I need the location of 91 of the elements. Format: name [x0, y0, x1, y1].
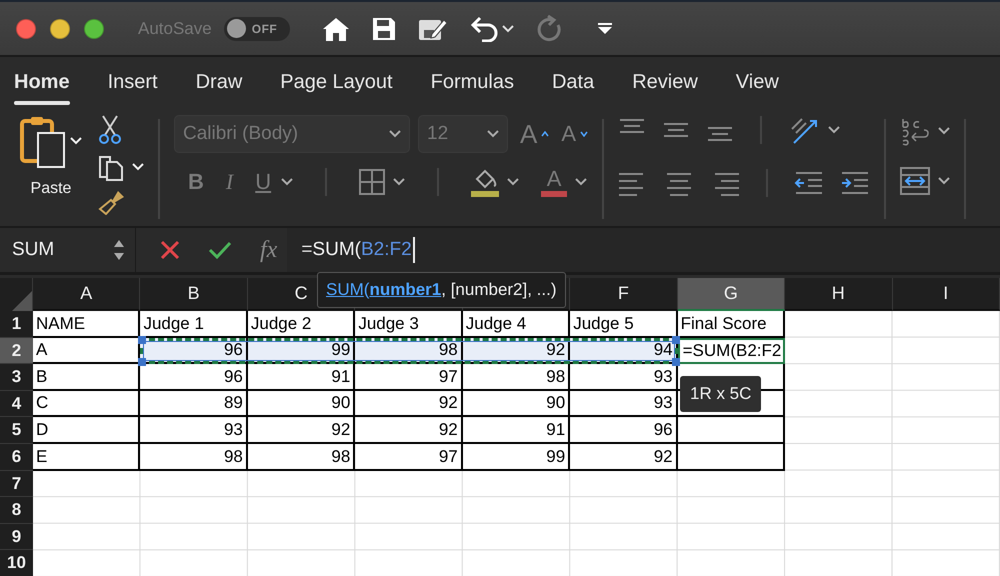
table-cell: 92 — [570, 444, 678, 471]
argument-link[interactable]: number1 — [369, 280, 442, 299]
caret-icon[interactable] — [575, 178, 588, 186]
merge-cells-icon[interactable] — [900, 167, 930, 195]
table-cell: 98 — [248, 444, 356, 471]
table-cell: 99 — [462, 444, 570, 471]
table-cell: B — [33, 364, 140, 391]
table-cell: 97 — [355, 444, 463, 471]
table-cell: D — [33, 417, 140, 444]
table-cell: C — [33, 390, 140, 418]
table-cell: E — [33, 444, 140, 471]
table-cell: Final Score — [678, 311, 786, 338]
row-header[interactable]: 1 — [0, 311, 33, 338]
table-cell: 91 — [462, 417, 570, 444]
column-header[interactable]: A — [33, 278, 140, 311]
selection-size-tooltip: 1R x 5C — [680, 376, 762, 412]
fill-color-icon[interactable] — [471, 167, 500, 197]
table-cell: 90 — [462, 390, 570, 418]
table-cell: 97 — [355, 364, 463, 391]
redo-icon[interactable] — [536, 14, 562, 42]
row-header[interactable]: 5 — [0, 417, 33, 444]
row-header[interactable]: 3 — [0, 364, 33, 391]
table-cell: 92 — [248, 417, 356, 444]
caret-icon[interactable] — [389, 130, 401, 138]
close-button[interactable] — [16, 18, 36, 38]
table-cell: 92 — [355, 417, 463, 444]
argument-hint: , [number2], ...) — [441, 280, 557, 299]
table-cell: NAME — [33, 311, 140, 338]
column-header[interactable]: G — [678, 278, 786, 311]
name-box[interactable]: SUM — [0, 228, 136, 272]
autosave-toggle[interactable]: OFF — [224, 16, 290, 40]
down-caret-icon[interactable] — [580, 131, 588, 137]
copy-icon[interactable] — [98, 153, 124, 181]
brush-icon[interactable] — [98, 189, 126, 215]
row-header[interactable]: 9 — [0, 524, 33, 550]
caret-icon[interactable] — [393, 178, 406, 186]
table-cell: 90 — [248, 390, 356, 418]
ribbon-tab[interactable]: View — [736, 61, 779, 105]
table-cell: 98 — [140, 444, 248, 471]
undo-icon[interactable] — [470, 16, 498, 42]
caret-icon[interactable] — [487, 130, 499, 138]
save-icon[interactable] — [372, 16, 396, 40]
caret-icon[interactable] — [938, 177, 950, 185]
caret-icon[interactable] — [507, 178, 520, 186]
ribbon-tab[interactable]: Review — [632, 61, 698, 105]
cancel-icon[interactable] — [160, 240, 180, 260]
formula-field[interactable]: =SUM(B2:F2 — [287, 228, 1000, 272]
ribbon-tab[interactable]: Data — [552, 61, 594, 105]
row-header[interactable]: 7 — [0, 470, 33, 498]
insert-function-button[interactable]: fx — [260, 232, 278, 268]
table-cell: 93 — [570, 390, 678, 418]
paste-icon[interactable] — [20, 115, 66, 169]
increase-indent-icon[interactable] — [840, 170, 870, 196]
customize-toolbar-icon[interactable] — [598, 22, 612, 34]
autosave-label: AutoSave — [138, 18, 212, 40]
ribbon-tab[interactable]: Page Layout — [280, 61, 393, 105]
row-header[interactable]: 8 — [0, 497, 33, 524]
table-cell: 92 — [355, 390, 463, 418]
column-header[interactable]: H — [785, 278, 892, 311]
paren-text: ( — [364, 280, 370, 299]
row-header[interactable]: 4 — [0, 390, 33, 418]
caret-icon[interactable] — [281, 178, 294, 186]
table-cell: 93 — [140, 417, 248, 444]
check-icon[interactable] — [208, 240, 232, 260]
decrease-indent-icon[interactable] — [794, 170, 824, 196]
table-cell: 96 — [140, 364, 248, 391]
column-header[interactable]: B — [140, 278, 248, 311]
row-header[interactable]: 6 — [0, 444, 33, 471]
caret-icon[interactable] — [828, 126, 840, 134]
up-caret-icon[interactable] — [541, 131, 550, 137]
minimize-button[interactable] — [50, 18, 70, 38]
table-cell: 89 — [140, 390, 248, 418]
scissors-icon[interactable] — [98, 115, 122, 145]
table-cell: 98 — [462, 364, 570, 391]
table-cell: 93 — [570, 364, 678, 391]
zoom-button[interactable] — [84, 18, 104, 38]
home-icon[interactable] — [322, 16, 350, 42]
row-header[interactable]: 2 — [0, 338, 33, 364]
ribbon-tab[interactable]: Insert — [108, 61, 158, 105]
paste-label: Paste — [30, 179, 72, 199]
column-header[interactable]: I — [892, 278, 1000, 311]
column-header[interactable]: F — [570, 278, 678, 311]
borders-icon[interactable] — [359, 169, 386, 195]
table-cell: 91 — [248, 364, 356, 391]
ribbon-tab[interactable]: Draw — [196, 61, 242, 105]
caret-icon[interactable] — [938, 127, 950, 135]
row-header[interactable]: 10 — [0, 550, 33, 576]
table-cell: 96 — [570, 417, 678, 444]
ribbon-tab[interactable]: Home — [14, 61, 70, 105]
active-cell[interactable]: =SUM(B2:F2 — [678, 338, 786, 364]
ribbon-tab[interactable]: Formulas — [430, 61, 514, 105]
